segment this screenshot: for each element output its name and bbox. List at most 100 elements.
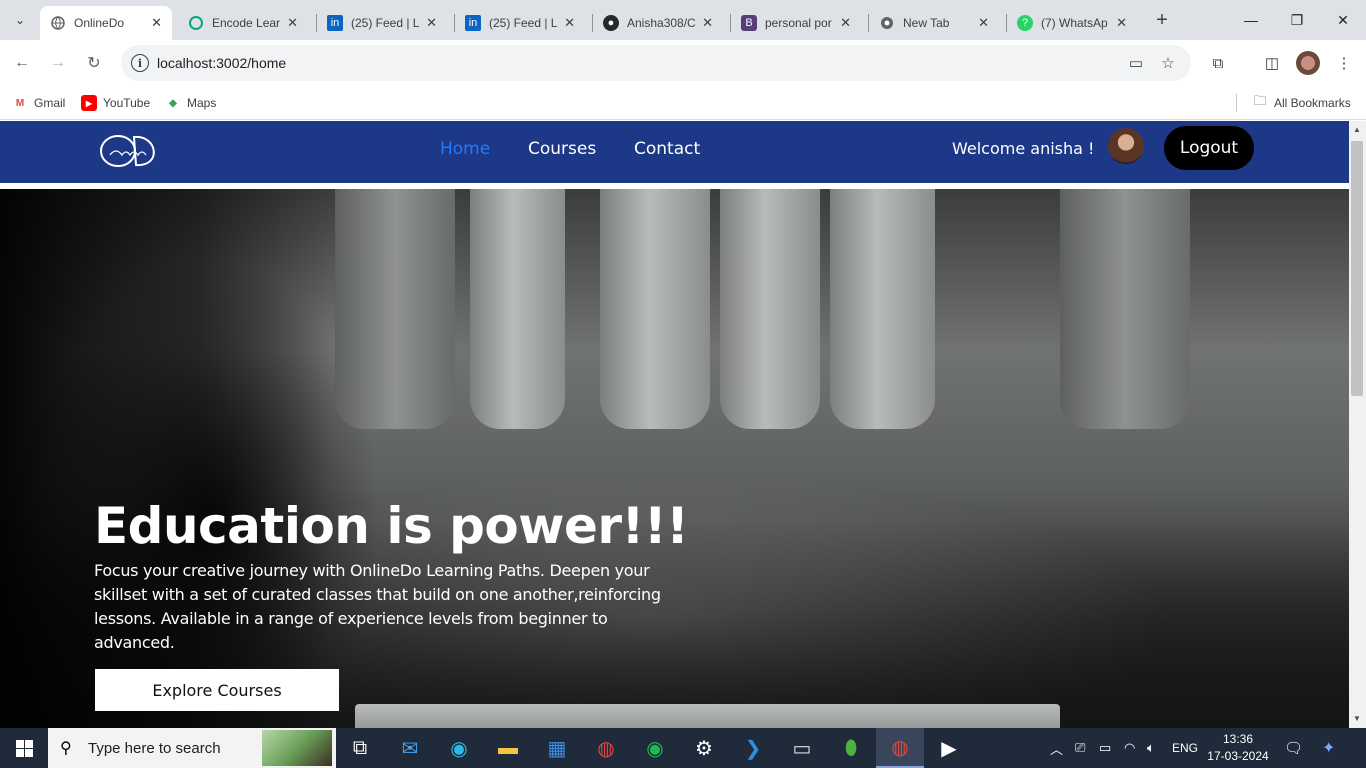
back-button[interactable]: ← bbox=[8, 49, 36, 77]
page-scrollbar[interactable]: ▲ ▼ bbox=[1349, 121, 1366, 728]
copilot-icon[interactable]: ✦ bbox=[1322, 728, 1335, 768]
bookmark-youtube[interactable]: ▶ YouTube bbox=[81, 92, 150, 114]
tab-title: (25) Feed | Li bbox=[489, 16, 559, 30]
hero-section: Education is power!!! Focus your creativ… bbox=[0, 189, 1349, 728]
linkedin-icon: in bbox=[465, 15, 481, 31]
spotify-icon[interactable]: ◉ bbox=[631, 728, 679, 768]
browser-tab-strip: ⌄ OnlineDo ✕ Encode Lear ✕ in (25) Feed … bbox=[0, 0, 1366, 40]
tab-title: (7) WhatsAp bbox=[1041, 16, 1108, 30]
tab-title: personal por bbox=[765, 16, 832, 30]
explore-courses-button[interactable]: Explore Courses bbox=[95, 669, 339, 711]
mail-icon[interactable]: ✉ bbox=[386, 728, 434, 768]
extensions-icon[interactable]: ⧉ bbox=[1206, 51, 1230, 75]
close-tab-icon[interactable]: ✕ bbox=[978, 15, 989, 31]
all-bookmarks[interactable]: 🗀 All Bookmarks bbox=[1252, 92, 1351, 114]
system-clock[interactable]: 13:36 17-03-2024 bbox=[1206, 731, 1270, 765]
close-tab-icon[interactable]: ✕ bbox=[702, 15, 713, 31]
scroll-down-icon[interactable]: ▼ bbox=[1352, 714, 1362, 724]
file-explorer-icon[interactable]: ▬ bbox=[484, 728, 532, 768]
tab-title: Anisha308/C bbox=[627, 16, 696, 30]
tab-linkedin-2[interactable]: in (25) Feed | Li ✕ bbox=[455, 6, 585, 40]
arrow-right-icon: → bbox=[50, 54, 66, 71]
tab-new-tab[interactable]: New Tab ✕ bbox=[869, 6, 999, 40]
reload-button[interactable]: ↻ bbox=[80, 49, 108, 77]
close-tab-icon[interactable]: ✕ bbox=[564, 15, 575, 31]
page-viewport: Home Courses Contact Welcome anisha ! Lo… bbox=[0, 121, 1349, 728]
search-icon: ⚲ bbox=[60, 740, 72, 757]
mongodb-icon[interactable]: ⬮ bbox=[827, 728, 875, 768]
chrome-icon[interactable]: ◍ bbox=[582, 728, 630, 768]
edge-icon[interactable]: ◉ bbox=[435, 728, 483, 768]
onlinedo-logo[interactable] bbox=[98, 129, 162, 173]
address-bar[interactable]: i localhost:3002/home ▭ ☆ bbox=[121, 45, 1191, 81]
site-navbar: Home Courses Contact Welcome anisha ! Lo… bbox=[0, 121, 1349, 183]
terminal-icon[interactable]: ▭ bbox=[778, 728, 826, 768]
clock-date: 17-03-2024 bbox=[1207, 749, 1269, 763]
scroll-thumb[interactable] bbox=[1351, 141, 1363, 396]
tab-title: OnlineDo bbox=[74, 16, 125, 30]
chrome-icon bbox=[879, 15, 895, 31]
taskbar-search[interactable]: ⚲ Type here to search bbox=[48, 728, 336, 768]
whatsapp-icon: ? bbox=[1017, 15, 1033, 31]
tab-encode[interactable]: Encode Lear ✕ bbox=[178, 6, 308, 40]
task-view-icon[interactable]: ⧉ bbox=[336, 728, 384, 768]
language-indicator[interactable]: ENG bbox=[1172, 728, 1198, 768]
close-window-button[interactable]: ✕ bbox=[1320, 0, 1366, 40]
user-avatar[interactable] bbox=[1108, 128, 1144, 164]
windows-icon bbox=[15, 739, 33, 757]
star-icon[interactable]: ☆ bbox=[1158, 53, 1178, 73]
device-icon[interactable]: ⎚ bbox=[1075, 728, 1085, 768]
close-tab-icon[interactable]: ✕ bbox=[151, 15, 162, 31]
battery-icon[interactable]: ▭ bbox=[1099, 728, 1111, 768]
bookmark-maps[interactable]: ◆ Maps bbox=[165, 92, 216, 114]
close-tab-icon[interactable]: ✕ bbox=[287, 15, 298, 31]
chrome-active-icon[interactable]: ◍ bbox=[876, 728, 924, 768]
nav-link-home[interactable]: Home bbox=[440, 139, 490, 159]
tab-github[interactable]: ● Anisha308/C ✕ bbox=[593, 6, 723, 40]
store-icon[interactable]: ▦ bbox=[533, 728, 581, 768]
wifi-icon[interactable]: ◠ bbox=[1124, 728, 1135, 768]
card-icon[interactable]: ▭ bbox=[1126, 53, 1146, 73]
tab-search-button[interactable]: ⌄ bbox=[8, 8, 32, 32]
gmail-icon: M bbox=[15, 97, 25, 109]
menu-icon[interactable]: ⋮ bbox=[1332, 51, 1356, 75]
new-tab-button[interactable]: + bbox=[1150, 8, 1174, 32]
show-hidden-icons[interactable]: ︿ bbox=[1050, 728, 1063, 768]
tab-title: New Tab bbox=[903, 16, 950, 30]
close-tab-icon[interactable]: ✕ bbox=[1116, 15, 1127, 31]
restore-button[interactable]: ❐ bbox=[1274, 0, 1320, 40]
settings-gear-icon[interactable]: ⚙ bbox=[680, 728, 728, 768]
side-panel-icon[interactable]: ◫ bbox=[1260, 51, 1284, 75]
logout-button[interactable]: Logout bbox=[1164, 126, 1254, 170]
chevron-down-icon: ⌄ bbox=[14, 13, 26, 27]
hero-title: Education is power!!! bbox=[94, 497, 689, 555]
volume-icon[interactable]: 🔈︎ bbox=[1147, 728, 1155, 768]
tab-onlinedo[interactable]: OnlineDo ✕ bbox=[40, 6, 172, 40]
keyboard-image bbox=[355, 704, 1060, 728]
bookmark-label: YouTube bbox=[103, 96, 151, 110]
tab-personal-portfolio[interactable]: B personal por ✕ bbox=[731, 6, 861, 40]
start-button[interactable] bbox=[0, 728, 48, 768]
forward-button[interactable]: → bbox=[44, 49, 72, 77]
globe-icon bbox=[50, 15, 66, 31]
bookmark-gmail[interactable]: M Gmail bbox=[12, 92, 66, 114]
profile-avatar[interactable] bbox=[1296, 51, 1320, 75]
bookmarks-bar: M Gmail ▶ YouTube ◆ Maps 🗀 All Bookmarks bbox=[0, 86, 1366, 120]
site-info-icon[interactable]: i bbox=[131, 54, 149, 72]
tab-linkedin-1[interactable]: in (25) Feed | Li ✕ bbox=[317, 6, 447, 40]
nav-link-contact[interactable]: Contact bbox=[634, 139, 700, 159]
tab-whatsapp[interactable]: ? (7) WhatsAp ✕ bbox=[1007, 6, 1137, 40]
media-player-icon[interactable]: ▶ bbox=[925, 728, 973, 768]
bootstrap-icon: B bbox=[741, 15, 757, 31]
url-text: localhost:3002/home bbox=[157, 55, 287, 71]
vscode-icon[interactable]: ❯ bbox=[729, 728, 777, 768]
windows-taskbar: ⚲ Type here to search ⧉ ✉ ◉ ▬ ▦ ◍ ◉ ⚙ ❯ … bbox=[0, 728, 1366, 768]
minimize-button[interactable]: — bbox=[1228, 0, 1274, 40]
close-tab-icon[interactable]: ✕ bbox=[840, 15, 851, 31]
scroll-up-icon[interactable]: ▲ bbox=[1352, 125, 1362, 135]
notifications-icon[interactable]: 🗨︎ bbox=[1284, 728, 1303, 768]
close-tab-icon[interactable]: ✕ bbox=[426, 15, 437, 31]
maps-icon: ◆ bbox=[169, 97, 177, 109]
nav-link-courses[interactable]: Courses bbox=[528, 139, 596, 159]
all-bookmarks-label: All Bookmarks bbox=[1274, 96, 1351, 110]
